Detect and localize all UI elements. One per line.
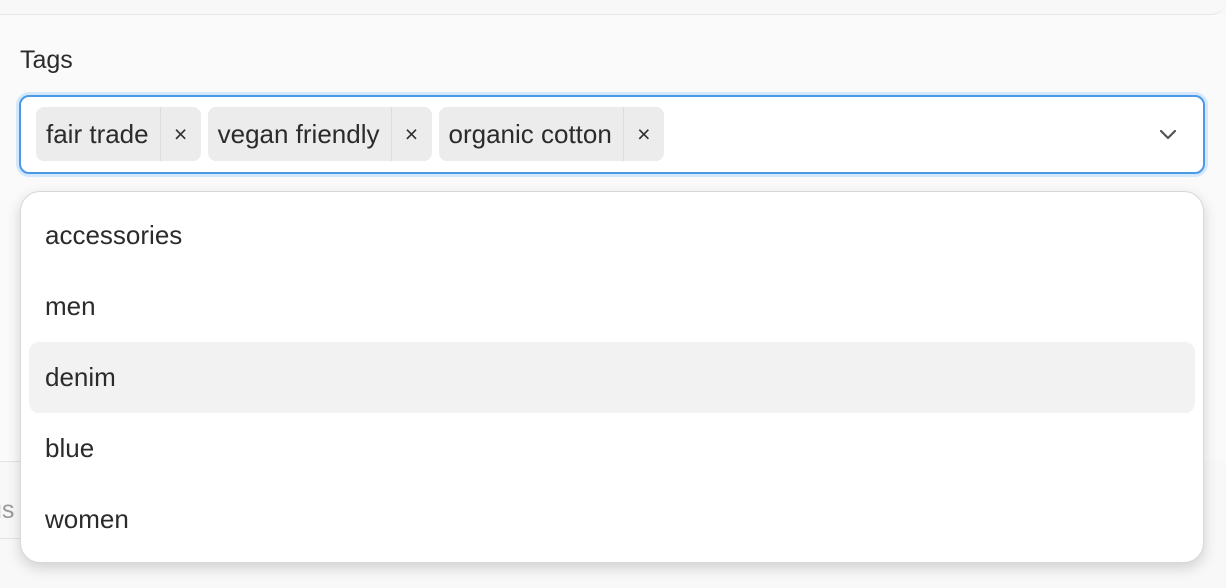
dropdown-option-men[interactable]: men bbox=[29, 271, 1195, 342]
top-card-edge bbox=[0, 0, 1226, 15]
tag-chip-vegan-friendly: vegan friendly × bbox=[207, 107, 432, 161]
dropdown-option-women[interactable]: women bbox=[29, 484, 1195, 555]
tag-chip-organic-cotton: organic cotton × bbox=[438, 107, 664, 161]
background-partial-text: us bbox=[0, 496, 15, 524]
dropdown-option-accessories[interactable]: accessories bbox=[29, 200, 1195, 271]
remove-tag-button[interactable]: × bbox=[390, 107, 432, 161]
tags-select-input[interactable]: fair trade × vegan friendly × organic co… bbox=[19, 95, 1205, 174]
tag-label: fair trade bbox=[46, 119, 149, 149]
tag-label: vegan friendly bbox=[217, 119, 380, 149]
background-divider bbox=[0, 461, 20, 462]
tag-chip-fair-trade: fair trade × bbox=[36, 107, 201, 161]
selected-tags-list: fair trade × vegan friendly × organic co… bbox=[36, 107, 664, 161]
tags-dropdown-menu: accessories men denim blue women bbox=[20, 191, 1204, 563]
remove-tag-button[interactable]: × bbox=[622, 107, 664, 161]
dropdown-option-denim[interactable]: denim bbox=[29, 342, 1195, 413]
tags-label: Tags bbox=[20, 46, 73, 74]
chevron-down-icon[interactable] bbox=[1156, 122, 1180, 146]
remove-tag-button[interactable]: × bbox=[159, 107, 201, 161]
dropdown-option-blue[interactable]: blue bbox=[29, 413, 1195, 484]
tag-label: organic cotton bbox=[448, 119, 612, 149]
page: Tags fair trade × vegan friendly × organ… bbox=[0, 0, 1226, 588]
background-divider bbox=[0, 538, 20, 539]
